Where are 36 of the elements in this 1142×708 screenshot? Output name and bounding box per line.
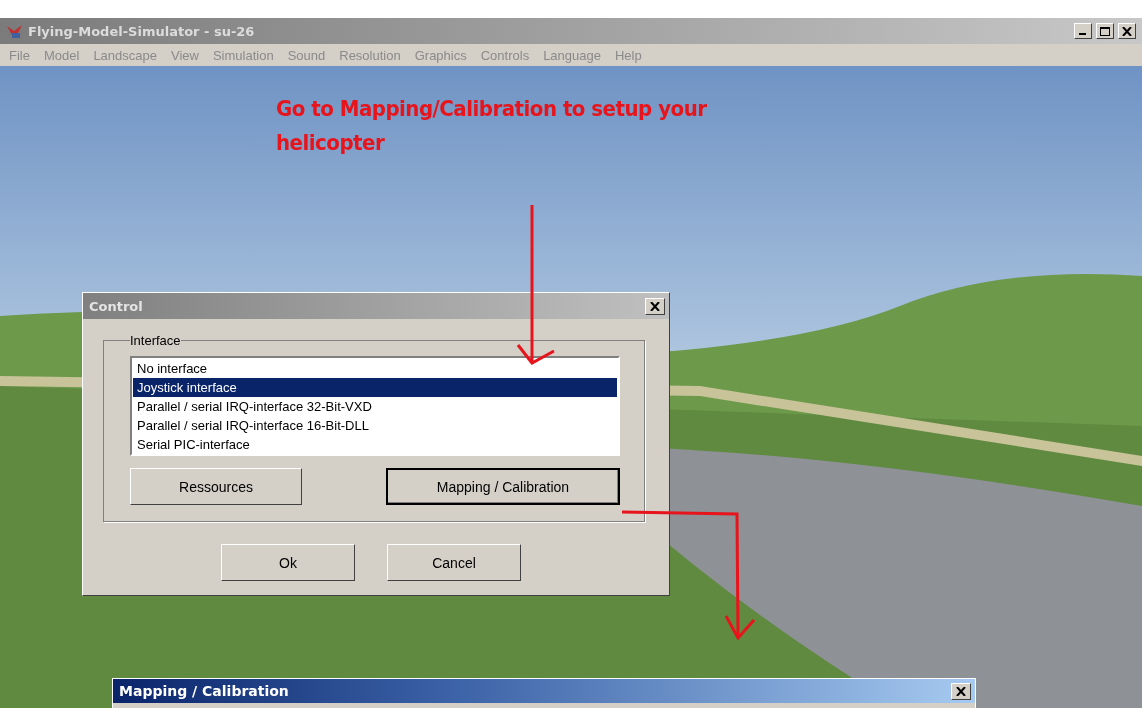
list-item[interactable]: No interface xyxy=(133,359,617,378)
menu-item[interactable]: Sound xyxy=(280,47,333,63)
dialog-button[interactable]: Ok xyxy=(221,544,355,581)
menu-item[interactable]: Graphics xyxy=(407,47,474,63)
menu-item[interactable]: Resolution xyxy=(332,47,408,63)
close-icon xyxy=(1122,26,1132,36)
list-item[interactable]: Serial PIC-interface xyxy=(133,435,617,454)
menu-item[interactable]: Model xyxy=(36,47,87,63)
maximize-button[interactable] xyxy=(1096,23,1114,39)
close-icon xyxy=(650,301,660,311)
dialog-button[interactable]: Mapping / Calibration xyxy=(386,468,620,505)
close-button[interactable] xyxy=(645,297,665,315)
menu-item[interactable]: Simulation xyxy=(205,47,281,63)
dialog-button[interactable]: Cancel xyxy=(387,544,521,581)
menu-item[interactable]: File xyxy=(2,47,37,63)
menu-item[interactable]: Controls xyxy=(473,47,537,63)
close-button[interactable] xyxy=(951,682,971,700)
group-label: Interface xyxy=(130,333,181,348)
list-item[interactable]: Joystick interface xyxy=(133,378,617,397)
menu-item[interactable]: Language xyxy=(536,47,608,63)
maximize-icon xyxy=(1100,26,1110,36)
annotation-text: Go to Mapping/Calibration to setup your helicopter xyxy=(276,95,708,157)
menu-item[interactable]: Landscape xyxy=(86,47,164,63)
app-icon xyxy=(6,23,24,39)
close-icon xyxy=(956,686,966,696)
menu-item[interactable]: View xyxy=(164,47,206,63)
dialog-button[interactable]: Ressources xyxy=(130,468,302,505)
menu-item[interactable]: Help xyxy=(608,47,649,63)
window-title: Mapping / Calibration xyxy=(119,683,289,699)
list-item[interactable]: Parallel / serial IRQ-interface 32-Bit-VXD xyxy=(133,397,617,416)
minimize-button[interactable] xyxy=(1074,23,1092,39)
interface-list[interactable]: No interface Joystick interface Parallel / serial IRQ-interface 32-Bit-VXD Parallel / serial IRQ-interface 16-Bit-DLL Serial PIC-interface xyxy=(130,356,620,456)
dialog-title: Control xyxy=(89,298,143,314)
window-title: Flying-Model-Simulator - su-26 xyxy=(28,23,256,39)
list-item[interactable]: Parallel / serial IRQ-interface 16-Bit-DLL xyxy=(133,416,617,435)
close-button[interactable] xyxy=(1118,23,1136,39)
